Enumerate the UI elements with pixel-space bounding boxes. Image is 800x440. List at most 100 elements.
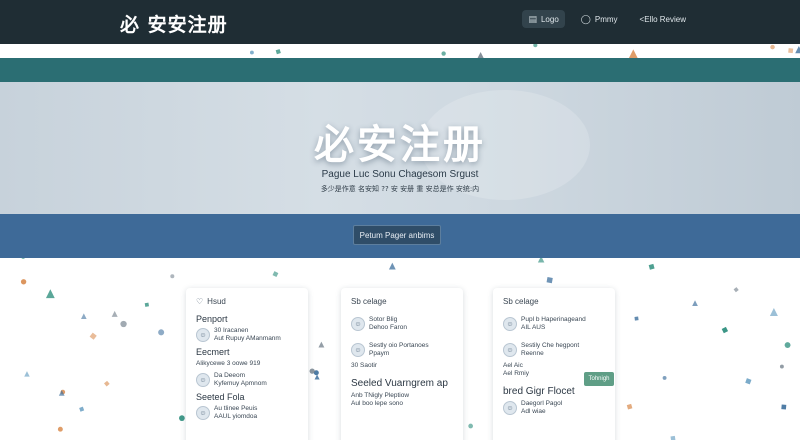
confetti-piece bbox=[179, 415, 185, 422]
list-item[interactable]: ☺ Au tlinee Peuis AAUL yiomdoa bbox=[196, 405, 298, 421]
confetti-piece bbox=[158, 329, 165, 336]
list-item[interactable]: ☺ Sestily Che hegpont Reenne bbox=[503, 342, 605, 358]
list-item[interactable]: ☺ Pupl b Haperinageand AIL AUS bbox=[503, 316, 605, 332]
list-item[interactable]: Alikycewe 3 oowe 919 bbox=[196, 360, 298, 368]
confetti-piece bbox=[788, 48, 794, 54]
user-avatar-icon: ☺ bbox=[503, 401, 517, 415]
confetti-piece bbox=[648, 263, 655, 270]
confetti-piece bbox=[144, 302, 149, 307]
confetti-piece bbox=[733, 287, 739, 293]
confetti-piece bbox=[249, 50, 254, 55]
confetti-piece bbox=[111, 310, 118, 317]
confetti-piece bbox=[745, 378, 752, 385]
confetti-piece bbox=[779, 364, 784, 369]
list-item-title: Sestly oio Portanoes bbox=[369, 342, 429, 349]
confetti-piece bbox=[546, 277, 553, 284]
hero-top-band bbox=[0, 58, 800, 82]
confetti-piece bbox=[170, 274, 175, 279]
user-avatar-icon: ☺ bbox=[503, 317, 517, 331]
hero-cta-button[interactable]: Petum Pager anbims bbox=[353, 225, 441, 245]
section-title: Seeted Fola bbox=[196, 392, 245, 402]
list-item[interactable]: ☺ Sestly oio Portanoes Ppaym bbox=[351, 342, 453, 358]
confetti-piece bbox=[79, 406, 85, 412]
confetti-piece bbox=[784, 342, 791, 349]
card-header-label: Hsud bbox=[207, 297, 226, 306]
list-item-title: Alikycewe 3 oowe 919 bbox=[196, 360, 261, 367]
list-item-sub: Adl wiae bbox=[521, 408, 546, 415]
list-item[interactable]: ☺ 30 Iracanen Aut Rupuy AManmanm bbox=[196, 327, 298, 343]
action-chip-button[interactable]: Tohnigh bbox=[584, 372, 614, 386]
confetti-piece bbox=[104, 380, 110, 387]
top-navigation-bar: 必 安安注册 ▤ Logo ◯ Pmmy <Ello Review bbox=[0, 0, 800, 44]
list-item-title: Daegorl Pagol bbox=[521, 400, 563, 407]
list-item[interactable]: Anb TNigly Pleptiow Aul boo lepe sono bbox=[351, 392, 453, 408]
list-item-title: 30 Iracanen bbox=[214, 327, 249, 334]
list-item[interactable]: ☺ Sotor Blig Dehoo Faron bbox=[351, 316, 453, 332]
confetti-piece bbox=[634, 316, 639, 321]
user-avatar-icon: ☺ bbox=[196, 406, 210, 420]
user-avatar-icon: ☺ bbox=[196, 328, 210, 342]
confetti-piece bbox=[272, 271, 279, 278]
list-item-sub: Aut Rupuy AManmanm bbox=[214, 335, 281, 342]
list-item[interactable]: 30 Saotir bbox=[351, 362, 453, 370]
user-avatar-icon: ☺ bbox=[351, 317, 365, 331]
card-header: ♡ Hsud bbox=[196, 297, 298, 306]
confetti-piece bbox=[468, 423, 473, 429]
list-item-title: Au tlinee Peuis bbox=[214, 405, 258, 412]
confetti-piece bbox=[662, 375, 667, 380]
card-header-label: Sb celage bbox=[503, 297, 539, 306]
confetti-piece bbox=[781, 404, 787, 410]
list-item-title: Sestily Che hegpont bbox=[521, 342, 580, 349]
section-title: Eecmert bbox=[196, 347, 230, 357]
confetti-piece bbox=[57, 426, 63, 432]
confetti-piece bbox=[692, 300, 698, 307]
list-item-sub: AIL AUS bbox=[521, 324, 546, 331]
hero-title: 必安注册 bbox=[314, 122, 486, 168]
confetti-piece bbox=[80, 313, 87, 319]
list-item-title: Da Deeom bbox=[214, 372, 246, 379]
nav-link-logo-label: Logo bbox=[540, 14, 559, 24]
confetti-piece bbox=[58, 390, 65, 396]
list-item[interactable]: ☺ Da Deeom Kyfemuy Apmnom bbox=[196, 372, 298, 388]
list-item-title: 30 Saotir bbox=[351, 362, 378, 369]
list-item-title: Pupl b Haperinageand bbox=[521, 316, 586, 323]
confetti-piece bbox=[20, 279, 27, 285]
confetti-piece bbox=[795, 45, 800, 54]
list-item-sub: Kyfemuy Apmnom bbox=[214, 380, 267, 387]
card-header-label: Sb celage bbox=[351, 297, 387, 306]
confetti-piece bbox=[60, 389, 66, 395]
info-card-1: ♡ Hsud Penport ☺ 30 Iracanen Aut Rupuy AM… bbox=[186, 288, 308, 440]
list-item-title: Anb TNigly Pleptiow bbox=[351, 392, 410, 399]
nav-link-pmmy-label: Pmmy bbox=[594, 14, 618, 24]
confetti-piece bbox=[314, 374, 320, 380]
card-header: Sb celage bbox=[503, 297, 605, 306]
confetti-piece bbox=[770, 44, 775, 50]
confetti-piece bbox=[309, 368, 315, 374]
section-title: bred Gigr Flocet bbox=[503, 386, 575, 397]
list-item-sub: Ael Rmiy bbox=[503, 370, 530, 377]
confetti-piece bbox=[769, 308, 778, 317]
user-avatar-icon: ☺ bbox=[503, 343, 517, 357]
list-item-title: Ael Aic bbox=[503, 362, 523, 369]
list-item-sub: Dehoo Faron bbox=[369, 324, 407, 331]
list-item-sub: Ppaym bbox=[369, 350, 390, 357]
confetti-piece bbox=[275, 49, 281, 55]
confetti-piece bbox=[628, 49, 638, 59]
brand-logo-text[interactable]: 必 安安注册 bbox=[120, 10, 228, 37]
list-item[interactable]: ☺ Daegorl Pagol Adl wiae bbox=[503, 400, 605, 416]
shield-icon: ◯ bbox=[580, 13, 591, 24]
nav-link-review[interactable]: <Ello Review bbox=[634, 10, 692, 28]
info-card-2: Sb celage ☺ Sotor Blig Dehoo Faron ☺ Sest… bbox=[341, 288, 463, 440]
confetti-piece bbox=[120, 320, 127, 328]
nav-link-pmmy[interactable]: ◯ Pmmy bbox=[575, 10, 624, 28]
confetti-piece bbox=[318, 341, 325, 348]
confetti-piece bbox=[441, 51, 446, 56]
confetti-piece bbox=[626, 403, 633, 410]
confetti-piece bbox=[721, 326, 729, 334]
user-avatar-icon: ☺ bbox=[196, 373, 210, 387]
list-item-sub: Reenne bbox=[521, 350, 544, 357]
nav-link-logo[interactable]: ▤ Logo bbox=[522, 10, 565, 28]
list-item-title: Sotor Blig bbox=[369, 316, 398, 323]
nav-link-review-label: <Ello Review bbox=[639, 14, 686, 24]
confetti-piece bbox=[388, 262, 396, 270]
